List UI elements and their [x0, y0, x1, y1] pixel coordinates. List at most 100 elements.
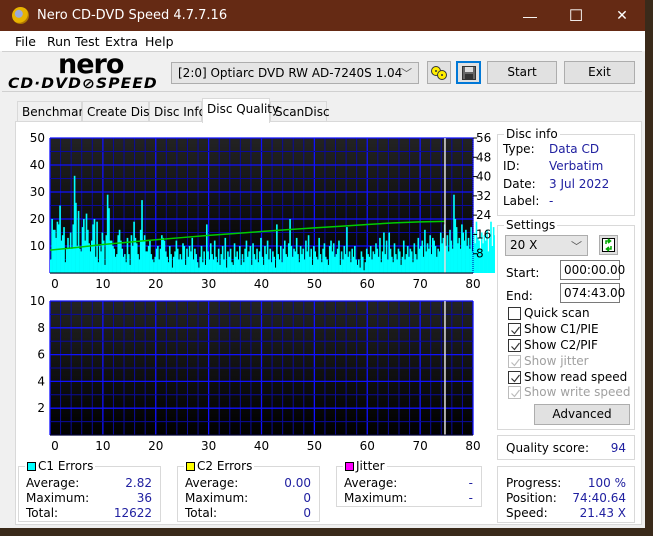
position-value: 74:40.64 [572, 491, 626, 505]
y2-tick-label: 56 [476, 131, 491, 145]
show-jitter-checkbox: Show jitter [508, 354, 589, 368]
exit-button[interactable]: Exit [564, 61, 635, 84]
menu-help[interactable]: Help [145, 34, 174, 49]
show-write-speed-checkbox: Show write speed [508, 385, 630, 399]
end-position-input[interactable]: 074:43.00 [560, 283, 625, 303]
progress-value: 100 % [587, 476, 626, 490]
title-bar: Nero CD-DVD Speed 4.7.7.16 — ☐ ✕ [0, 0, 645, 31]
quality-score-label: Quality score: [506, 441, 589, 455]
y-tick-label: 50 [30, 131, 45, 145]
refresh-icon [602, 238, 615, 252]
label-value: - [549, 194, 554, 208]
y-tick-label: 40 [30, 158, 45, 172]
c1-average-value: 2.82 [125, 476, 152, 490]
chevron-down-icon: ﹀ [401, 67, 412, 80]
c2-errors-title: C2 Errors [197, 459, 253, 473]
logo-cd-dvd-speed-text: CD·DVD⊘SPEED [8, 76, 158, 92]
settings-group: Settings 20 X ﹀ Start: 000:00.00 End: 07… [497, 218, 635, 430]
drive-select-value: [2:0] Optiarc DVD RW AD-7240S 1.04 [178, 66, 403, 80]
jitter-title: Jitter [356, 459, 385, 473]
c2-maximum-label: Maximum: [185, 491, 249, 505]
disc-info-title: Disc info [504, 127, 560, 141]
jitter-average-label: Average: [344, 476, 398, 490]
quick-scan-label: Quick scan [524, 306, 590, 320]
tab-disc-quality[interactable]: Disc Quality [202, 98, 279, 123]
divider [2, 91, 642, 92]
start-position-input[interactable]: 000:00.00 [560, 260, 625, 280]
c2-average-label: Average: [185, 476, 239, 490]
c2-errors-group: C2 Errors Average: 0.00 Maximum: 0 Total… [177, 459, 320, 522]
type-label: Type: [503, 142, 535, 156]
jitter-maximum-label: Maximum: [344, 491, 408, 505]
c2-errors-chart: 2 4 6 8 10 0 10 20 30 40 50 60 70 80 [30, 294, 481, 453]
x-tick-label: 0 [51, 277, 59, 291]
show-write-speed-label: Show write speed [524, 385, 631, 399]
checkbox-box [508, 306, 521, 320]
date-value: 3 Jul 2022 [549, 177, 610, 191]
progress-label: Progress: [506, 476, 562, 490]
x-tick-label: 70 [412, 439, 427, 453]
nero-logo: nero CD·DVD⊘SPEED [8, 49, 163, 93]
show-c2-pif-checkbox[interactable]: Show C2/PIF [508, 338, 598, 352]
c2-maximum-value: 0 [303, 491, 311, 505]
refresh-button[interactable] [599, 235, 618, 255]
show-read-speed-checkbox[interactable]: Show read speed [508, 370, 627, 384]
advanced-button[interactable]: Advanced [534, 404, 630, 425]
checkmark-icon [508, 338, 521, 352]
tab-disc-info[interactable]: Disc Info [149, 101, 206, 122]
x-tick-label: 10 [95, 439, 110, 453]
position-label: Position: [506, 491, 557, 505]
save-button[interactable] [456, 61, 481, 84]
menu-file[interactable]: File [15, 34, 36, 49]
drive-info-button[interactable] [427, 61, 451, 84]
y-tick-label: 4 [37, 374, 45, 388]
menu-run-test[interactable]: Run Test [47, 34, 100, 49]
x-tick-label: 30 [201, 439, 216, 453]
y-tick-label: 2 [37, 401, 45, 415]
y-tick-label: 6 [37, 348, 45, 362]
x-tick-label: 20 [148, 277, 163, 291]
c1-average-label: Average: [26, 476, 80, 490]
x-tick-label: 60 [360, 277, 375, 291]
c1-total-value: 12622 [113, 506, 152, 520]
quick-scan-checkbox[interactable]: Quick scan [508, 306, 590, 320]
menu-bar: File Run Test Extra Help [0, 31, 645, 51]
x-tick-label: 60 [360, 439, 375, 453]
c1-maximum-label: Maximum: [26, 491, 90, 505]
tab-benchmark[interactable]: Benchmark [17, 101, 90, 122]
end-label: End: [506, 289, 533, 303]
date-label: Date: [503, 177, 536, 191]
show-jitter-label: Show jitter [524, 354, 589, 368]
y2-tick-label: 48 [476, 150, 491, 164]
y-tick-label: 20 [30, 212, 45, 226]
type-value: Data CD [549, 142, 600, 156]
c1-errors-chart: 10 20 30 40 50 0 10 20 30 40 50 60 70 80 8 16 24 32 40 48 56 [30, 131, 495, 291]
floppy-disk-icon [461, 65, 476, 80]
start-label: Start: [506, 266, 540, 280]
id-value: Verbatim [549, 159, 604, 173]
speed-select-value: 20 X [510, 238, 538, 252]
maximize-button[interactable]: ☐ [553, 0, 599, 31]
checkmark-icon [508, 322, 521, 336]
drive-select[interactable]: [2:0] Optiarc DVD RW AD-7240S 1.04 ﹀ [171, 62, 419, 84]
checkmark-icon [508, 354, 521, 368]
quality-score-value: 94 [610, 441, 626, 455]
x-tick-label: 80 [465, 277, 480, 291]
y2-tick-label: 16 [476, 227, 491, 241]
minimize-button[interactable]: — [507, 0, 553, 31]
show-c1-pie-checkbox[interactable]: Show C1/PIE [508, 322, 599, 336]
tab-create-disc[interactable]: Create Disc [82, 101, 156, 122]
c2-errors-legend: C2 Errors [184, 459, 255, 473]
start-button[interactable]: Start [487, 61, 557, 84]
close-button[interactable]: ✕ [599, 0, 645, 31]
y-tick-label: 30 [30, 185, 45, 199]
c1-color-swatch [27, 462, 36, 471]
settings-title: Settings [504, 218, 558, 232]
x-tick-label: 40 [254, 277, 269, 291]
speed-select[interactable]: 20 X ﹀ [505, 235, 588, 256]
x-tick-label: 50 [307, 277, 322, 291]
x-tick-label: 30 [201, 277, 216, 291]
jitter-legend: Jitter [343, 459, 387, 473]
menu-extra[interactable]: Extra [105, 34, 138, 49]
c2-total-label: Total: [185, 506, 218, 520]
